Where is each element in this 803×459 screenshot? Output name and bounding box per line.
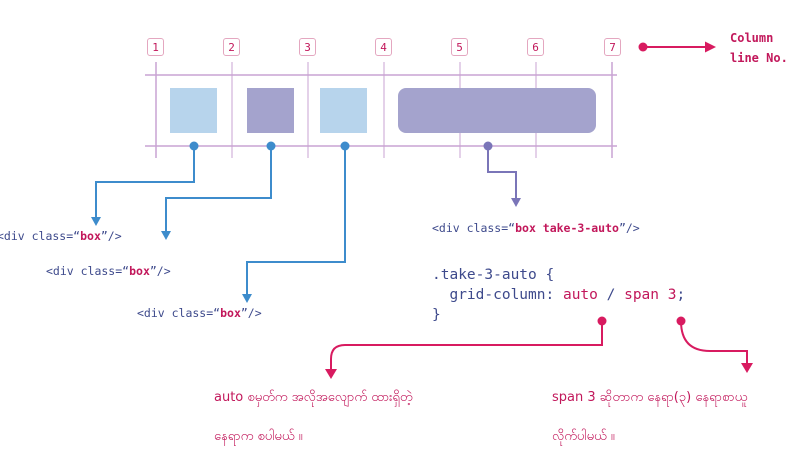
css-slash: /	[606, 287, 616, 303]
css-rule-block: .take-3-auto { grid-column: auto / span …	[432, 265, 685, 325]
connector-take-3-auto	[483, 141, 521, 207]
label-class: box take-3-auto	[515, 221, 619, 235]
span-note-line-2: လိုက်ပါမယ် ။	[552, 429, 615, 444]
connector-box-2	[165, 146, 272, 232]
box-3-html-label: <div class=“box”/>	[137, 306, 262, 320]
box-take-3-auto	[398, 88, 596, 133]
label-prefix: <div class=“	[432, 221, 516, 235]
label-suffix: ”/>	[100, 229, 122, 243]
span-note-line-1: span 3 ဆိုတာက နေရာ(၃) နေရာစာယူ	[552, 390, 748, 405]
column-line-label: Column line No.	[730, 28, 788, 68]
css-close-brace: }	[432, 307, 441, 323]
box-2	[247, 88, 294, 133]
auto-note-line-2: နေရာက စပါမယ် ။	[214, 429, 303, 444]
span-value-arrow	[676, 316, 753, 373]
column-number-4: 4	[375, 38, 392, 56]
take-3-auto-html-label: <div class=“box take-3-auto”/>	[432, 221, 640, 235]
css-selector: .take-3-auto {	[432, 267, 555, 283]
auto-value-arrow	[325, 316, 607, 379]
css-declaration: grid-column: auto / span 3;	[432, 285, 685, 305]
column-line-arrow	[638, 41, 716, 53]
label-prefix: <div class=“	[137, 306, 221, 320]
css-value-auto: auto	[562, 287, 598, 303]
css-semicolon: ;	[676, 287, 686, 303]
column-line-label-1: Column	[730, 31, 774, 45]
column-number-1: 1	[147, 38, 164, 56]
box-1-html-label: <div class=“box”/>	[0, 229, 122, 243]
box-1	[170, 88, 217, 133]
column-number-2: 2	[223, 38, 240, 56]
column-number-6: 6	[527, 38, 544, 56]
connector-box-1	[95, 146, 195, 218]
css-property: grid-column:	[449, 287, 555, 303]
label-suffix: ”/>	[618, 221, 640, 235]
column-number-7: 7	[604, 38, 621, 56]
label-class: box	[80, 229, 101, 243]
connector-box-3	[246, 146, 346, 295]
box-2-html-label: <div class=“box”/>	[46, 264, 171, 278]
auto-note-line-1: auto စမှတ်က အလိုအလျောက် ထားရှိတဲ့	[214, 390, 413, 405]
column-line-label-2: line No.	[730, 51, 788, 65]
label-prefix: <div class=“	[46, 264, 130, 278]
label-prefix: <div class=“	[0, 229, 81, 243]
connector-dots	[91, 141, 350, 303]
label-class: box	[220, 306, 241, 320]
grid-diagram: 1 2 3 4 5 6 7 Column line No. <div class…	[0, 0, 803, 459]
label-class: box	[129, 264, 150, 278]
css-value-span: span 3	[624, 287, 677, 303]
column-number-5: 5	[451, 38, 468, 56]
column-number-3: 3	[299, 38, 316, 56]
label-suffix: ”/>	[149, 264, 171, 278]
label-suffix: ”/>	[240, 306, 262, 320]
box-3	[320, 88, 367, 133]
